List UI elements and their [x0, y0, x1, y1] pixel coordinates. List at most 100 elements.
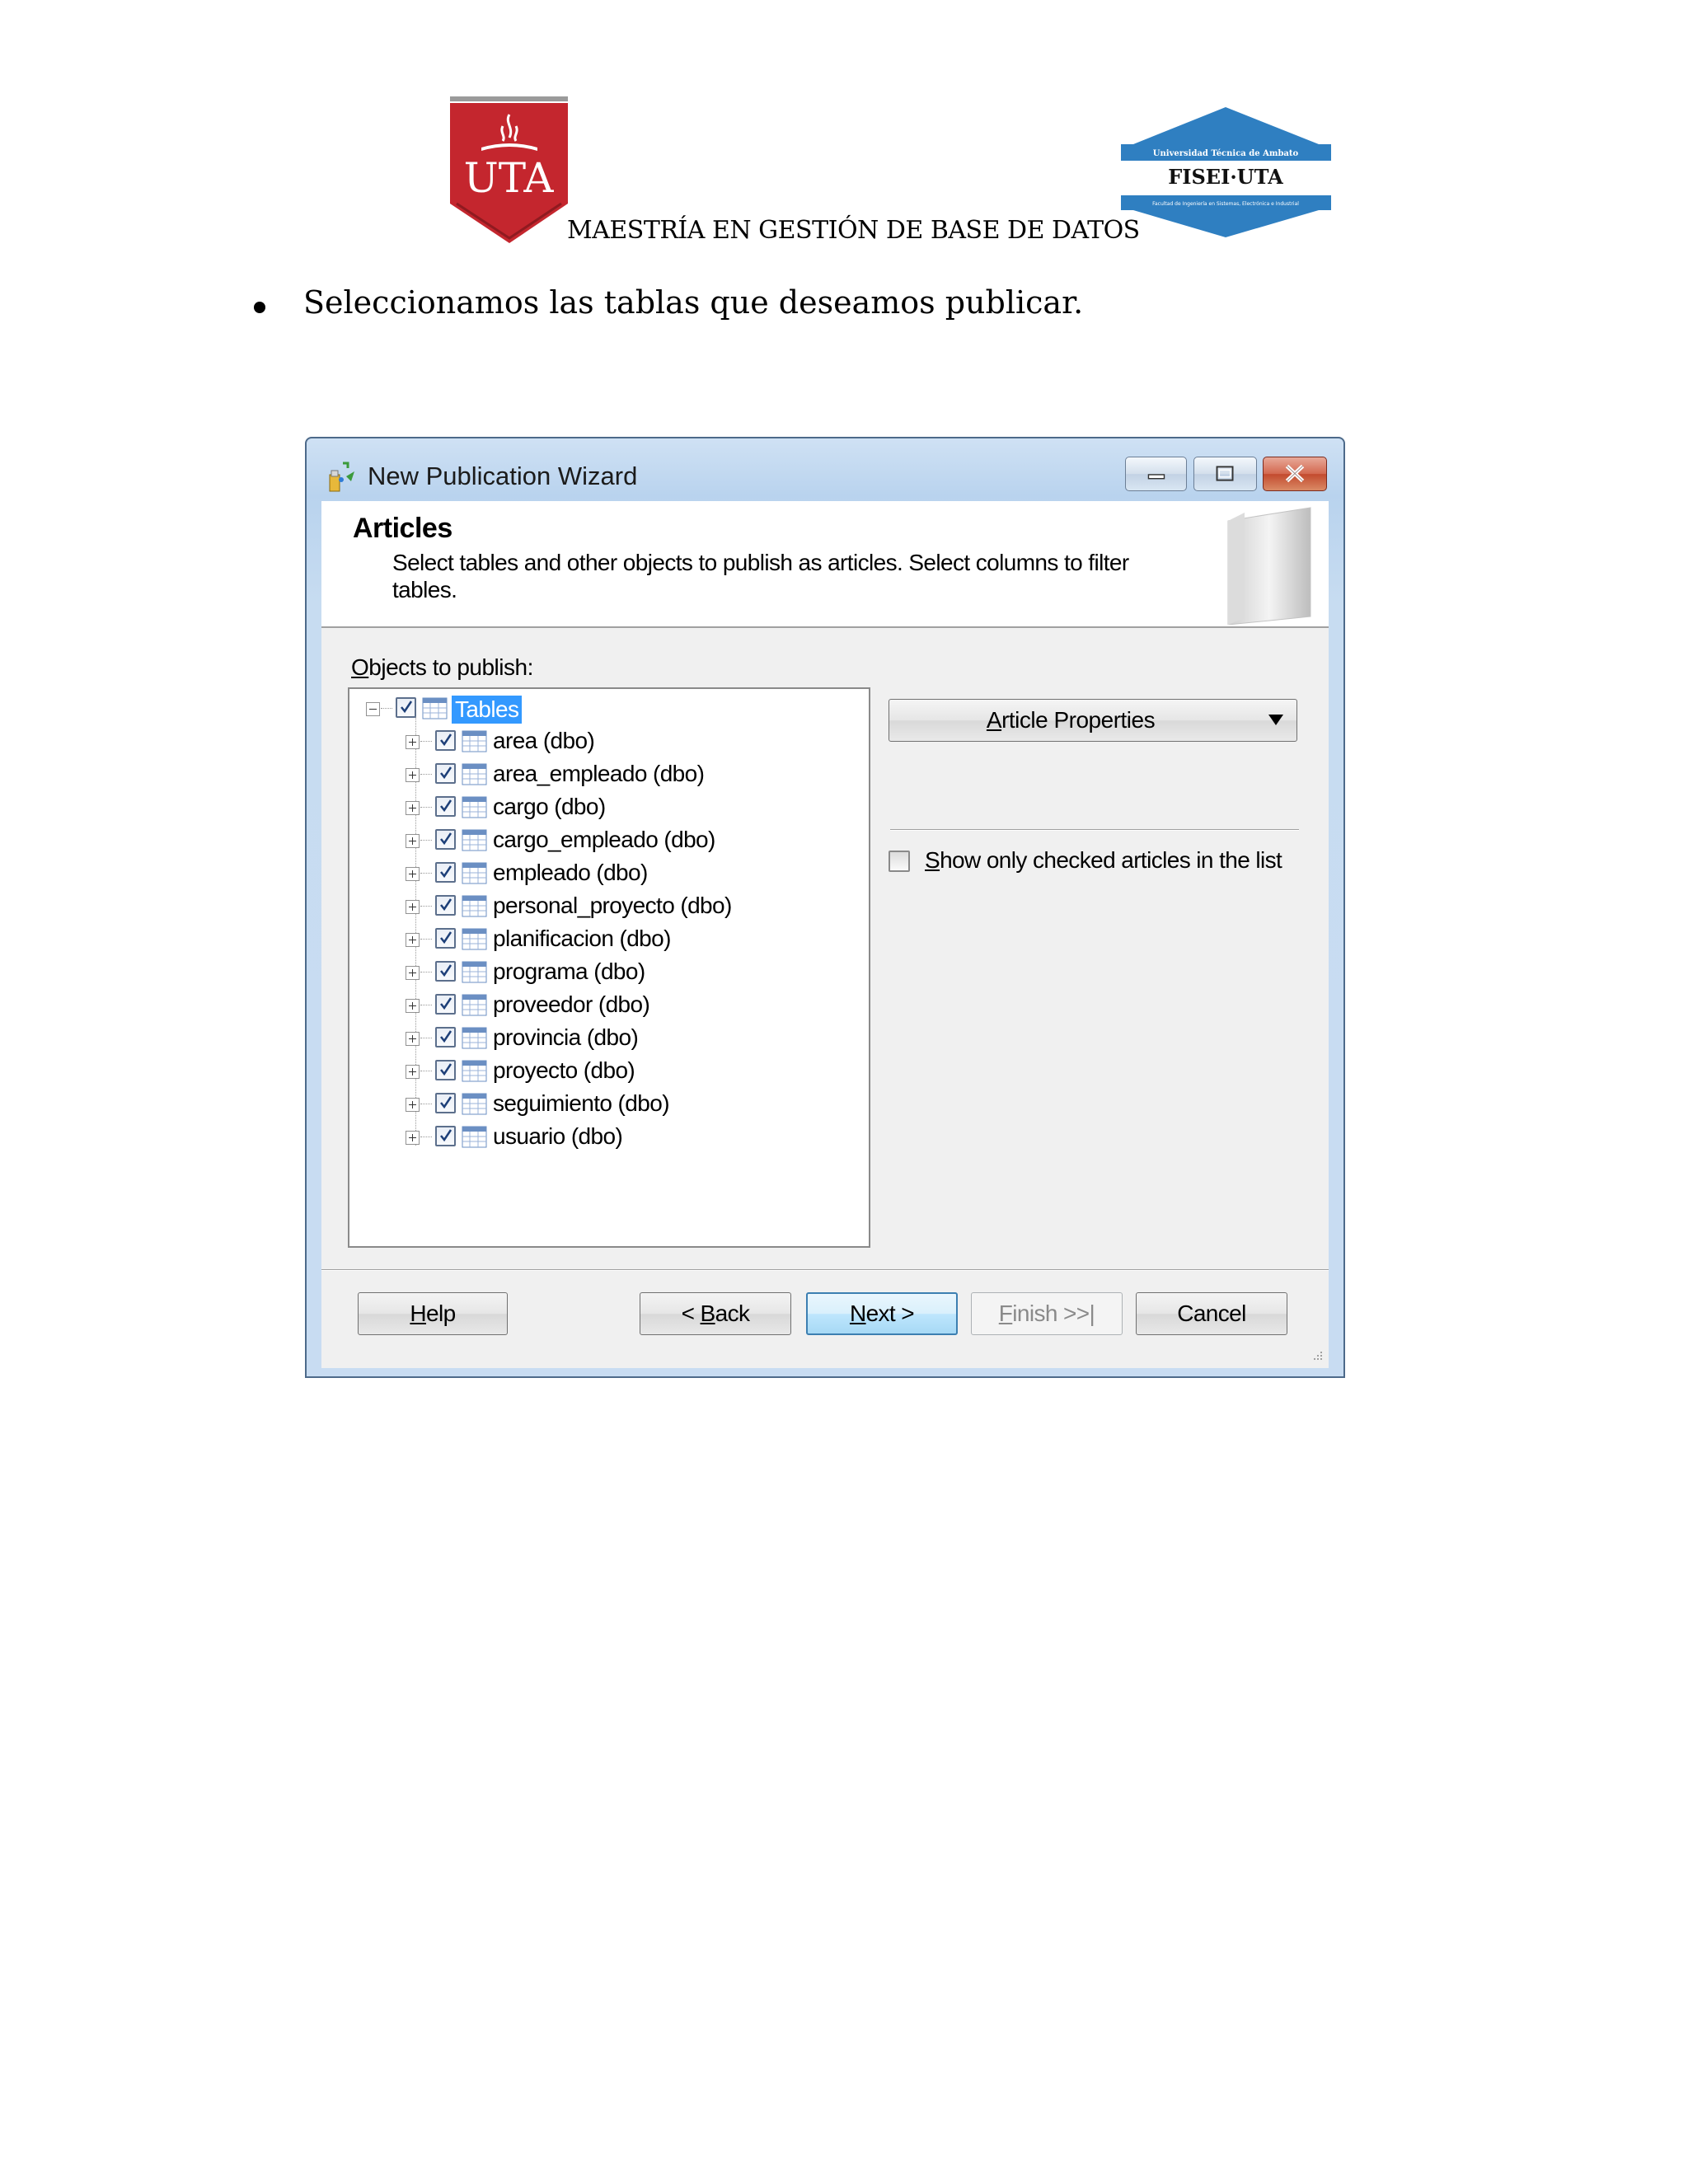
close-button[interactable]	[1263, 457, 1327, 491]
book-icon	[1227, 507, 1311, 625]
tree-node-area-empleado[interactable]: area_empleado (dbo)	[349, 760, 860, 790]
item-checkbox[interactable]	[435, 1093, 456, 1113]
item-checkbox[interactable]	[435, 862, 456, 883]
expand-icon[interactable]	[406, 1032, 420, 1046]
expand-icon[interactable]	[406, 1131, 420, 1145]
tree-node-cargo-empleado[interactable]: cargo_empleado (dbo)	[349, 826, 860, 855]
tree-connector	[420, 939, 432, 940]
item-checkbox[interactable]	[435, 994, 456, 1015]
objects-tree[interactable]: Tables area (dbo) area_empleado (dbo) ca…	[348, 687, 870, 1248]
cancel-button[interactable]: Cancel	[1136, 1292, 1287, 1335]
table-icon	[462, 796, 487, 818]
table-icon	[462, 928, 487, 950]
table-icon	[422, 697, 448, 719]
tree-connector	[381, 708, 392, 709]
tables-checkbox[interactable]	[396, 697, 416, 718]
finish-button[interactable]: Finish >>|	[971, 1292, 1123, 1335]
svg-text:FISEI·UTA: FISEI·UTA	[1168, 165, 1283, 189]
show-only-checked-checkbox[interactable]	[889, 851, 910, 872]
publication-wizard-icon	[329, 462, 354, 492]
show-only-checked-label[interactable]: Show only checked articles in the list	[925, 847, 1282, 874]
objects-to-publish-label: Objects to publish:	[351, 654, 533, 680]
expand-icon[interactable]	[406, 768, 420, 782]
back-button[interactable]: < Back	[640, 1292, 791, 1335]
article-properties-dropdown[interactable]: Article Properties	[889, 699, 1297, 742]
tree-connector	[420, 807, 432, 808]
expand-icon[interactable]	[406, 966, 420, 980]
tree-connector	[420, 741, 432, 742]
checkmark-icon	[440, 898, 452, 912]
table-icon	[462, 1126, 487, 1148]
tree-node-personal-proyecto[interactable]: personal_proyecto (dbo)	[349, 892, 860, 921]
tree-item-label: proveedor (dbo)	[493, 991, 650, 1017]
tree-node-cargo[interactable]: cargo (dbo)	[349, 793, 860, 823]
tree-label-tables[interactable]: Tables	[452, 696, 523, 724]
checkmark-icon	[440, 799, 452, 813]
tree-node-area[interactable]: area (dbo)	[349, 727, 860, 757]
item-checkbox[interactable]	[435, 895, 456, 916]
expand-icon[interactable]	[406, 834, 420, 848]
window-title: New Publication Wizard	[368, 462, 638, 490]
expand-icon[interactable]	[406, 801, 420, 815]
checkmark-icon	[440, 1129, 452, 1142]
article-properties-label: Article Properties	[986, 707, 1156, 733]
tree-item-label: cargo_empleado (dbo)	[493, 827, 715, 852]
page-title: Articles	[353, 513, 452, 544]
checkmark-icon	[440, 865, 452, 879]
maximize-button[interactable]	[1193, 457, 1257, 491]
new-publication-wizard-window: New Publication Wizard Articles Select t…	[305, 437, 1345, 1378]
table-icon	[462, 1060, 487, 1082]
table-icon	[462, 994, 487, 1016]
table-icon	[462, 1027, 487, 1049]
tree-node-tables[interactable]: Tables	[349, 694, 860, 724]
tree-node-provincia[interactable]: provincia (dbo)	[349, 1024, 860, 1053]
tree-node-programa[interactable]: programa (dbo)	[349, 958, 860, 987]
tree-node-empleado[interactable]: empleado (dbo)	[349, 859, 860, 888]
expand-icon[interactable]	[406, 735, 420, 749]
expand-icon[interactable]	[406, 867, 420, 881]
separator	[890, 829, 1299, 831]
wizard-banner: Articles Select tables and other objects…	[321, 501, 1329, 628]
item-checkbox[interactable]	[435, 763, 456, 784]
item-checkbox[interactable]	[435, 829, 456, 850]
page-description: Select tables and other objects to publi…	[392, 550, 1129, 602]
expand-icon[interactable]	[406, 999, 420, 1013]
next-button[interactable]: Next >	[806, 1292, 958, 1335]
tree-item-label: proyecto (dbo)	[493, 1057, 635, 1083]
fisei-logo: Universidad Técnica de Ambato FISEI·UTA …	[1121, 107, 1331, 237]
table-icon	[462, 961, 487, 983]
table-icon	[462, 730, 487, 752]
checkmark-icon	[440, 832, 452, 846]
item-checkbox[interactable]	[435, 961, 456, 982]
tree-node-seguimiento[interactable]: seguimiento (dbo)	[349, 1090, 860, 1119]
tree-node-usuario[interactable]: usuario (dbo)	[349, 1122, 860, 1152]
tree-node-proveedor[interactable]: proveedor (dbo)	[349, 991, 860, 1020]
item-checkbox[interactable]	[435, 1126, 456, 1146]
help-button[interactable]: Help	[358, 1292, 508, 1335]
item-checkbox[interactable]	[435, 928, 456, 949]
close-icon	[1285, 464, 1305, 483]
tree-node-planificacion[interactable]: planificacion (dbo)	[349, 925, 860, 954]
expand-icon[interactable]	[406, 933, 420, 947]
item-checkbox[interactable]	[435, 796, 456, 817]
item-checkbox[interactable]	[435, 1060, 456, 1080]
minimize-button[interactable]	[1125, 457, 1187, 491]
expand-icon[interactable]	[406, 900, 420, 914]
checkmark-icon	[440, 931, 452, 944]
resize-grip-icon[interactable]	[1309, 1348, 1324, 1363]
expand-icon[interactable]	[406, 1098, 420, 1112]
svg-text:Universidad Técnica de Ambato: Universidad Técnica de Ambato	[1153, 149, 1299, 158]
tree-item-label: usuario (dbo)	[493, 1123, 623, 1149]
checkmark-icon	[440, 1096, 452, 1109]
table-icon	[462, 895, 487, 917]
expand-icon[interactable]	[406, 1065, 420, 1079]
tree-node-proyecto[interactable]: proyecto (dbo)	[349, 1057, 860, 1086]
item-checkbox[interactable]	[435, 1027, 456, 1047]
collapse-icon[interactable]	[366, 702, 380, 716]
tree-connector	[420, 774, 432, 775]
tree-connector	[420, 840, 432, 841]
minimize-icon	[1147, 474, 1165, 480]
checkmark-icon	[440, 733, 452, 747]
item-checkbox[interactable]	[435, 730, 456, 751]
tree-item-label: programa (dbo)	[493, 958, 645, 984]
